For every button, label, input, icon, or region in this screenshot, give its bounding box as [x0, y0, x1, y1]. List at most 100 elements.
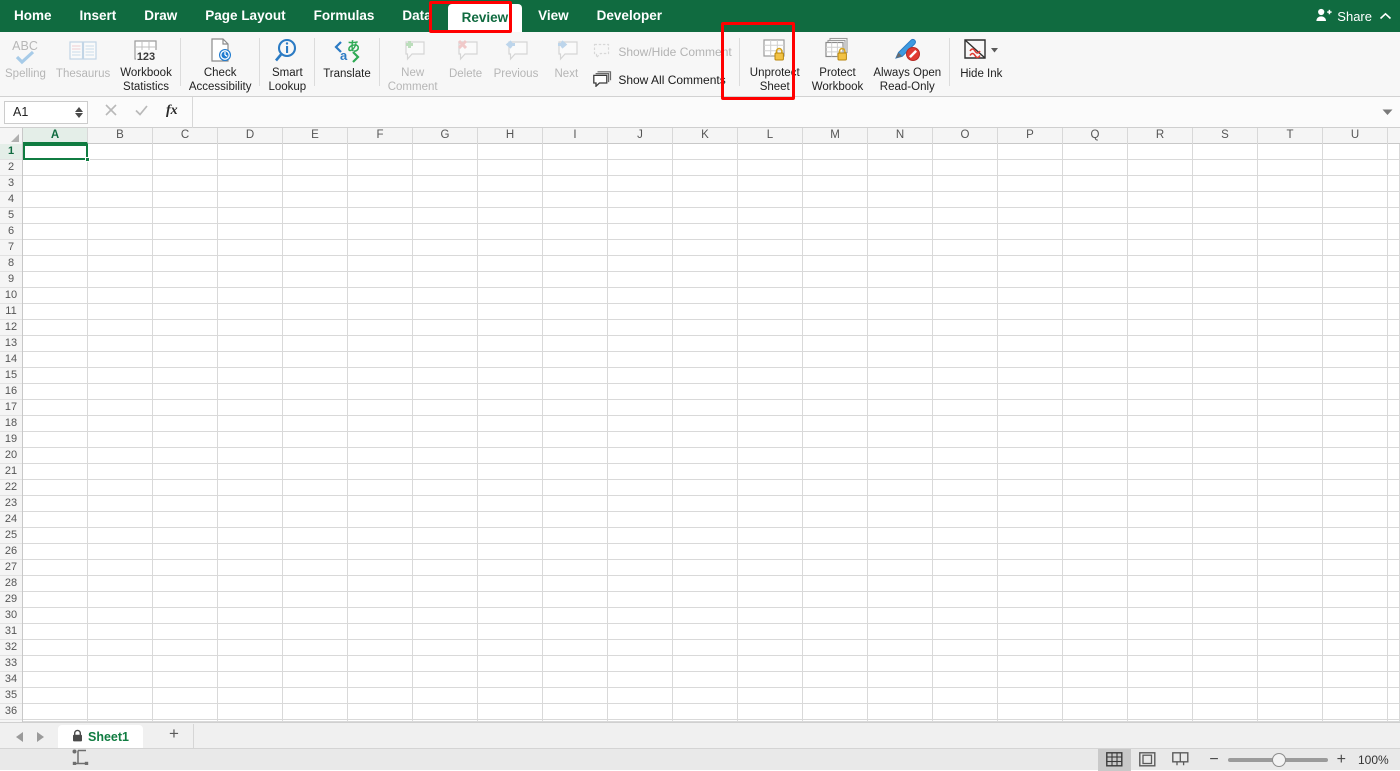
chevron-up-icon[interactable]	[1379, 9, 1392, 24]
tab-data[interactable]: Data	[388, 0, 445, 32]
name-box[interactable]: A1	[4, 100, 88, 124]
column-header-m[interactable]: M	[803, 128, 868, 144]
column-header-l[interactable]: L	[738, 128, 803, 144]
spelling-button[interactable]: ABC Spelling	[0, 32, 51, 93]
x-icon[interactable]	[104, 103, 118, 122]
column-header-h[interactable]: H	[478, 128, 543, 144]
column-header-f[interactable]: F	[348, 128, 413, 144]
tab-insert[interactable]: Insert	[66, 0, 131, 32]
check-accessibility-button[interactable]: Check Accessibility	[184, 32, 257, 93]
zoom-slider-knob[interactable]	[1271, 752, 1286, 767]
thesaurus-button[interactable]: Thesaurus	[51, 32, 115, 93]
row-header-3[interactable]: 3	[0, 176, 22, 192]
row-header-1[interactable]: 1	[0, 144, 22, 160]
tab-home[interactable]: Home	[0, 0, 66, 32]
row-header-12[interactable]: 12	[0, 320, 22, 336]
column-header-g[interactable]: G	[413, 128, 478, 144]
spinner-up-icon[interactable]	[75, 106, 83, 112]
cell-area[interactable]	[23, 144, 1400, 722]
tab-page-layout[interactable]: Page Layout	[191, 0, 299, 32]
column-header-o[interactable]: O	[933, 128, 998, 144]
row-header-30[interactable]: 30	[0, 608, 22, 624]
share-button[interactable]: Share	[1316, 8, 1372, 25]
row-header-35[interactable]: 35	[0, 688, 22, 704]
hide-ink-button[interactable]: Hide Ink	[953, 32, 1009, 93]
workbook-statistics-button[interactable]: 123 Workbook Statistics	[115, 32, 177, 93]
row-header-5[interactable]: 5	[0, 208, 22, 224]
row-header-2[interactable]: 2	[0, 160, 22, 176]
row-header-27[interactable]: 27	[0, 560, 22, 576]
smart-lookup-button[interactable]: Smart Lookup	[263, 32, 311, 93]
row-header-10[interactable]: 10	[0, 288, 22, 304]
next-comment-button[interactable]: Next	[543, 32, 589, 93]
row-header-22[interactable]: 22	[0, 480, 22, 496]
row-header-11[interactable]: 11	[0, 304, 22, 320]
row-header-33[interactable]: 33	[0, 656, 22, 672]
previous-comment-button[interactable]: Previous	[489, 32, 544, 93]
row-header-13[interactable]: 13	[0, 336, 22, 352]
selected-cell-a1[interactable]	[23, 144, 88, 160]
column-header-c[interactable]: C	[153, 128, 218, 144]
tab-draw[interactable]: Draw	[130, 0, 191, 32]
nav-previous-icon[interactable]	[16, 732, 23, 742]
row-header-25[interactable]: 25	[0, 528, 22, 544]
always-open-read-only-button[interactable]: Always Open Read-Only	[868, 32, 946, 93]
tab-developer[interactable]: Developer	[583, 0, 676, 32]
column-header-n[interactable]: N	[868, 128, 933, 144]
column-header-u[interactable]: U	[1323, 128, 1388, 144]
normal-view-icon[interactable]	[1098, 748, 1132, 771]
tab-view[interactable]: View	[524, 0, 583, 32]
show-all-comments-button[interactable]: Show All Comments	[589, 69, 735, 91]
zoom-out-button[interactable]: −	[1209, 751, 1218, 767]
column-header-q[interactable]: Q	[1063, 128, 1128, 144]
chevron-down-icon[interactable]	[1374, 108, 1400, 116]
row-header-18[interactable]: 18	[0, 416, 22, 432]
row-header-26[interactable]: 26	[0, 544, 22, 560]
select-all-corner[interactable]	[0, 128, 23, 144]
row-header-17[interactable]: 17	[0, 400, 22, 416]
row-header-16[interactable]: 16	[0, 384, 22, 400]
fill-handle[interactable]	[85, 157, 90, 162]
column-header-t[interactable]: T	[1258, 128, 1323, 144]
protect-workbook-button[interactable]: Protect Workbook	[807, 32, 869, 93]
row-header-15[interactable]: 15	[0, 368, 22, 384]
tab-review[interactable]: Review	[447, 4, 523, 32]
column-header-i[interactable]: I	[543, 128, 608, 144]
row-header-28[interactable]: 28	[0, 576, 22, 592]
column-header-r[interactable]: R	[1128, 128, 1193, 144]
tab-formulas[interactable]: Formulas	[300, 0, 389, 32]
row-header-31[interactable]: 31	[0, 624, 22, 640]
row-header-6[interactable]: 6	[0, 224, 22, 240]
row-header-20[interactable]: 20	[0, 448, 22, 464]
translate-button[interactable]: aあ Translate	[318, 32, 376, 93]
page-layout-view-icon[interactable]	[1131, 749, 1164, 771]
row-header-34[interactable]: 34	[0, 672, 22, 688]
column-header-s[interactable]: S	[1193, 128, 1258, 144]
page-break-view-icon[interactable]	[1164, 749, 1197, 771]
name-box-spinner[interactable]	[75, 106, 83, 118]
nav-next-icon[interactable]	[37, 732, 44, 742]
row-header-21[interactable]: 21	[0, 464, 22, 480]
check-icon[interactable]	[134, 103, 149, 122]
fx-icon[interactable]: fx	[165, 101, 182, 123]
row-header-29[interactable]: 29	[0, 592, 22, 608]
zoom-level-label[interactable]: 100%	[1358, 753, 1400, 767]
column-header-e[interactable]: E	[283, 128, 348, 144]
row-header-9[interactable]: 9	[0, 272, 22, 288]
new-comment-button[interactable]: New Comment	[383, 32, 443, 93]
column-header-b[interactable]: B	[88, 128, 153, 144]
row-header-14[interactable]: 14	[0, 352, 22, 368]
spinner-down-icon[interactable]	[75, 112, 83, 118]
row-header-7[interactable]: 7	[0, 240, 22, 256]
show-hide-comment-button[interactable]: Show/Hide Comment	[589, 41, 735, 63]
row-header-8[interactable]: 8	[0, 256, 22, 272]
row-header-36[interactable]: 36	[0, 704, 22, 720]
row-header-23[interactable]: 23	[0, 496, 22, 512]
row-header-24[interactable]: 24	[0, 512, 22, 528]
sheet-tab-sheet1[interactable]: Sheet1	[58, 725, 143, 748]
row-header-4[interactable]: 4	[0, 192, 22, 208]
spreadsheet-grid[interactable]: ABCDEFGHIJKLMNOPQRSTU 1 2 3 4 5 6 7 8 9 10 11 12 13 1…	[0, 128, 1400, 722]
column-header-d[interactable]: D	[218, 128, 283, 144]
unprotect-sheet-button[interactable]: Unprotect Sheet	[743, 32, 807, 93]
page-layout-icon[interactable]	[0, 749, 89, 770]
